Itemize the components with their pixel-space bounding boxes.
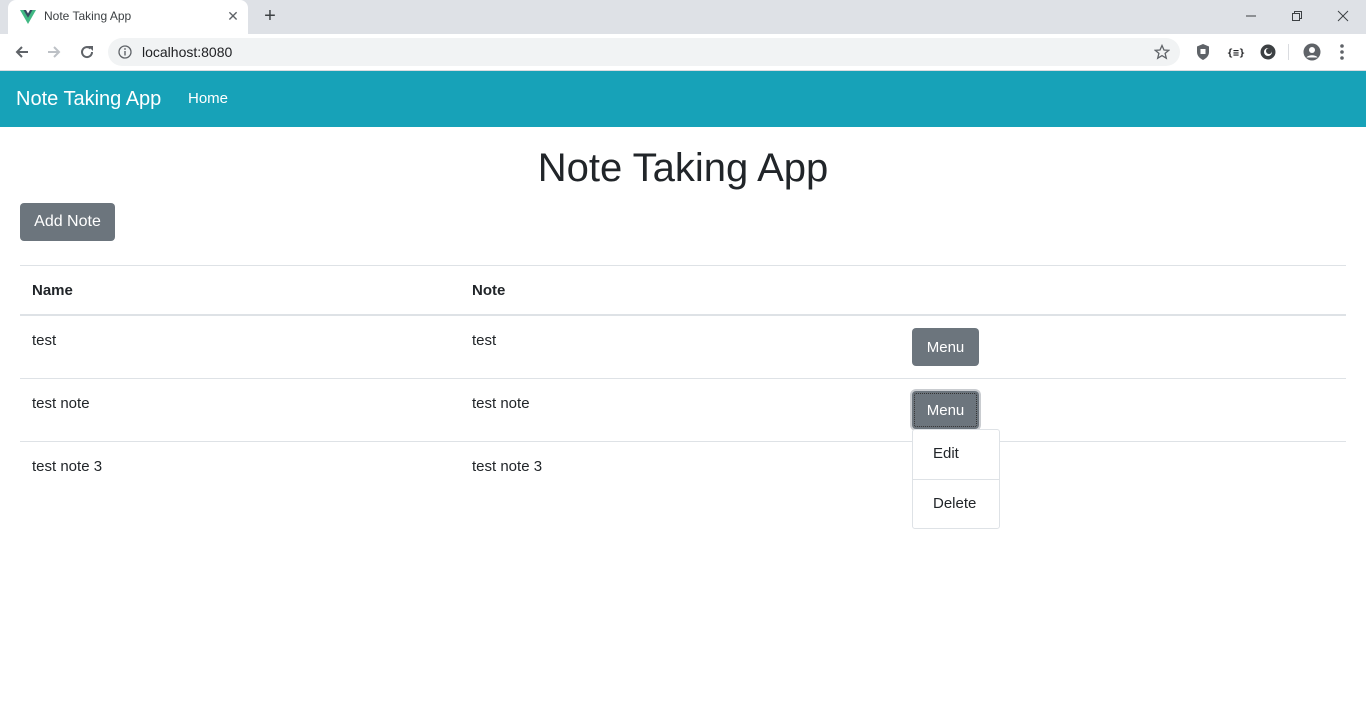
window-close-icon[interactable] [1320,0,1366,30]
more-options-icon[interactable] [1334,42,1350,62]
navbar-brand[interactable]: Note Taking App [16,88,161,111]
window-minimize-icon[interactable] [1228,0,1274,30]
dropdown-edit-item[interactable]: Edit [913,430,999,478]
table-top-border [20,265,1346,266]
url-text: localhost:8080 [142,44,233,60]
shield-extension-icon[interactable] [1193,42,1213,62]
svg-text:{≡}: {≡} [1227,48,1245,59]
window-restore-icon[interactable] [1274,0,1320,30]
back-arrow-icon[interactable] [8,38,36,66]
dark-mode-extension-icon[interactable] [1258,42,1278,62]
row-name-cell: test [32,332,57,349]
app-navbar: Note Taking App Home [0,71,1366,127]
nav-home-link[interactable]: Home [188,90,228,107]
address-bar[interactable]: localhost:8080 [108,38,1180,66]
browser-tab[interactable]: Note Taking App ✕ [8,0,248,34]
browser-toolbar: localhost:8080 {≡} [0,34,1366,71]
toolbar-divider [1288,44,1289,60]
info-icon[interactable] [118,45,132,59]
tab-close-icon[interactable]: ✕ [225,7,241,25]
column-header-note: Note [472,282,506,299]
row-menu-dropdown: Edit Delete [912,429,1000,529]
vue-logo-icon [20,10,36,24]
forward-arrow-icon[interactable] [40,38,68,66]
dropdown-delete-label: Delete [933,495,977,512]
new-tab-icon[interactable]: + [259,5,281,27]
profile-avatar-icon[interactable] [1302,42,1322,62]
row-menu-button[interactable]: Menu [912,328,979,366]
column-header-name: Name [32,282,73,299]
row-divider [20,441,1346,442]
json-extension-icon[interactable]: {≡} [1226,42,1246,62]
browser-tab-strip: Note Taking App ✕ + [0,0,1366,34]
table-header-border [20,314,1346,316]
page-title: Note Taking App [537,146,829,190]
dropdown-edit-label: Edit [933,445,959,462]
tab-title: Note Taking App [44,9,132,23]
row-name-cell: test note 3 [32,458,103,475]
row-menu-button[interactable]: Menu [912,391,979,429]
bookmark-star-icon[interactable] [1154,44,1170,60]
row-divider [20,378,1346,379]
row-note-cell: test [472,332,497,349]
row-name-cell: test note [32,395,90,412]
add-note-button[interactable]: Add Note [20,203,115,241]
row-note-cell: test note 3 [472,458,543,475]
row-note-cell: test note [472,395,530,412]
dropdown-delete-item[interactable]: Delete [913,480,999,528]
reload-icon[interactable] [73,38,101,66]
